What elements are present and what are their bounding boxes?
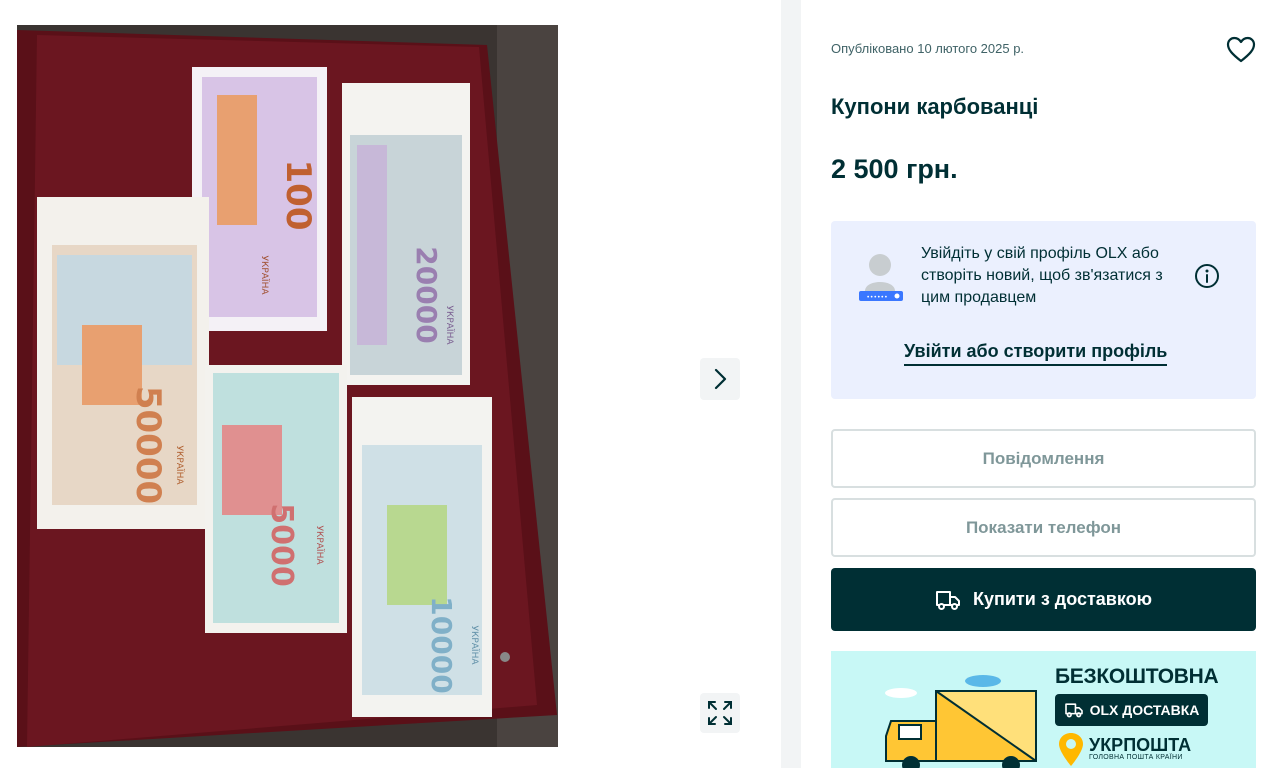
- chevron-right-icon: [714, 368, 727, 390]
- listing-photo[interactable]: 100 УКРАЇНА 20000 УКРАЇНА 50000 УКРАЇНА: [17, 25, 558, 747]
- next-photo-button[interactable]: [700, 358, 740, 400]
- buy-with-delivery-button[interactable]: Купити з доставкою: [831, 568, 1256, 631]
- listing-title: Купони карбованці: [831, 94, 1039, 119]
- expand-icon: [708, 701, 732, 725]
- photo-gallery: 100 УКРАЇНА 20000 УКРАЇНА 50000 УКРАЇНА: [0, 0, 781, 768]
- banknote-50000: 50000 УКРАЇНА: [37, 197, 209, 529]
- listing-sidebar: Опубліковано 10 лютого 2025 р. Купони ка…: [801, 0, 1269, 768]
- delivery-promo-banner[interactable]: БЕЗКОШТОВНА OLX ДОСТАВКА УКРПОШТА ГОЛОВН…: [831, 651, 1256, 768]
- svg-text:УКРАЇНА: УКРАЇНА: [314, 525, 325, 565]
- buy-with-delivery-label: Купити з доставкою: [973, 589, 1152, 609]
- olx-delivery-badge-label: OLX ДОСТАВКА: [1089, 702, 1200, 718]
- ukrposhta-tagline: ГОЛОВНА ПОШТА КРАЇНИ: [1089, 754, 1183, 761]
- svg-text:УКРАЇНА: УКРАЇНА: [174, 445, 185, 485]
- message-button[interactable]: Повідомлення: [831, 429, 1256, 488]
- login-prompt: •••••• Увійдіть у свій профіль OLX або с…: [831, 221, 1256, 399]
- banknote-20000-value: 20000: [410, 246, 443, 343]
- login-or-register-link[interactable]: Увійти або створити профіль: [904, 341, 1168, 366]
- svg-text:УКРАЇНА: УКРАЇНА: [444, 305, 455, 345]
- info-icon[interactable]: [1194, 263, 1220, 289]
- ukrposhta-logo-text: УКРПОШТА: [1089, 735, 1192, 755]
- banknote-20000: 20000 УКРАЇНА: [342, 83, 470, 385]
- show-phone-button[interactable]: Показати телефон: [831, 498, 1256, 557]
- banknote-50000-value: 50000: [128, 386, 168, 504]
- banknotes-photo: 100 УКРАЇНА 20000 УКРАЇНА 50000 УКРАЇНА: [17, 25, 558, 747]
- favorite-button[interactable]: [1225, 34, 1257, 66]
- login-prompt-text: Увійдіть у свій профіль OLX або створіть…: [921, 245, 1163, 306]
- svg-text:УКРАЇНА: УКРАЇНА: [469, 625, 480, 665]
- listing-price: 2 500 грн.: [831, 154, 958, 184]
- olx-delivery-badge: OLX ДОСТАВКА: [1055, 694, 1208, 726]
- banknote-5000: 5000 УКРАЇНА: [205, 365, 347, 633]
- svg-text:••••••: ••••••: [866, 294, 887, 301]
- truck-icon: [936, 590, 960, 610]
- banknote-100-value: 100: [278, 160, 318, 231]
- delivery-truck-illustration: [885, 675, 1037, 768]
- column-divider: [781, 0, 801, 768]
- location-pin-icon: [1059, 733, 1083, 766]
- banknote-5000-value: 5000: [264, 503, 299, 587]
- truck-icon: [1064, 703, 1083, 718]
- profile-avatar-icon: ••••••: [859, 254, 903, 301]
- banknote-100: 100 УКРАЇНА: [192, 67, 327, 331]
- svg-text:УКРАЇНА: УКРАЇНА: [259, 255, 270, 295]
- fullscreen-button[interactable]: [700, 693, 740, 733]
- banknote-10000-value: 10000: [425, 596, 458, 693]
- heart-icon: [1226, 36, 1256, 63]
- published-date: Опубліковано 10 лютого 2025 р.: [831, 41, 1025, 56]
- promo-headline: БЕЗКОШТОВНА: [1055, 665, 1219, 688]
- banknote-10000: 10000 УКРАЇНА: [352, 397, 492, 717]
